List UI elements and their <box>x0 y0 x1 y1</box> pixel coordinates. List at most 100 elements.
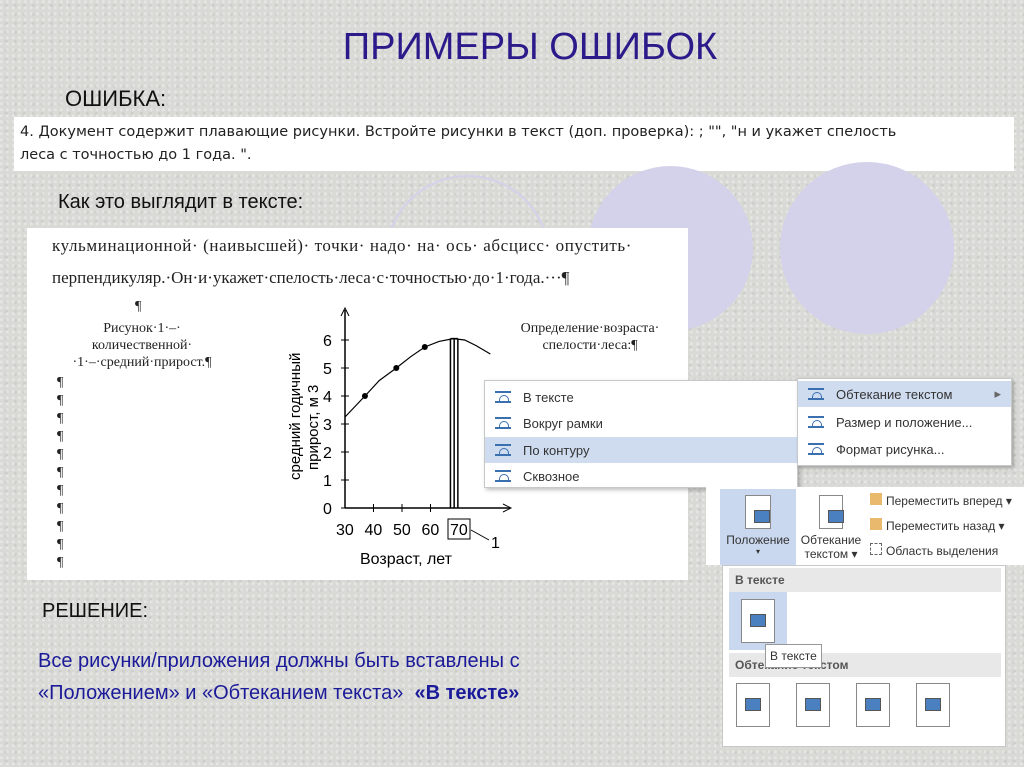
marker-pointer <box>470 529 490 541</box>
wrap-icon <box>495 470 511 482</box>
context-menu: Обтекание текстом ▸ Размер и положение...… <box>797 378 1012 466</box>
solution-label: РЕШЕНИЕ: <box>42 600 149 622</box>
layout-icon <box>741 599 775 643</box>
caption-line: спелости·леса:¶ <box>542 338 638 353</box>
y-tick-label: 1 <box>323 473 332 490</box>
pilcrow: ¶ <box>57 393 64 408</box>
wrap-icon <box>495 444 511 456</box>
pilcrow: ¶ <box>57 519 64 534</box>
y-tick-label: 4 <box>323 389 332 406</box>
button-label: Положение <box>726 533 790 547</box>
pilcrow: ¶ <box>57 429 64 444</box>
pilcrow: ¶ <box>57 483 64 498</box>
menu-item-label: Размер и положение... <box>836 414 973 430</box>
how-it-looks-label: Как это выглядит в тексте: <box>58 191 304 213</box>
y-tick-label: 5 <box>323 361 332 378</box>
selection-pane-button[interactable]: Область выделения <box>870 543 998 558</box>
x-tick-label: 70 <box>450 522 468 539</box>
gallery-section-header: В тексте <box>729 568 1001 592</box>
pilcrow: ¶ <box>57 555 64 570</box>
position-button[interactable]: Положение ▾ <box>720 489 796 565</box>
size-icon <box>808 416 824 428</box>
caption-line: ·1·–·средний·прирост.¶ <box>72 355 212 370</box>
y-axis-label: средний годичный <box>287 353 304 480</box>
gallery-option[interactable] <box>796 683 830 727</box>
x-tick-label: 40 <box>365 522 383 539</box>
caption-left: Рисунок·1·–· количественной· ·1·–·средни… <box>57 320 227 371</box>
caption-line: количественной· <box>91 338 193 353</box>
menu-item-format-picture[interactable]: Формат рисунка... <box>798 436 1011 462</box>
solution-line: «Положением» и «Обтеканием текста» <box>38 682 404 704</box>
button-label: Переместить вперед <box>886 494 1003 508</box>
pilcrow: ¶ <box>57 411 64 426</box>
button-label: Переместить назад <box>886 519 996 533</box>
bring-forward-icon <box>870 493 882 505</box>
caption-line: Рисунок·1·–· <box>103 321 181 336</box>
menu-item-label: Сквозное <box>523 468 580 484</box>
pilcrow: ¶ <box>57 375 64 390</box>
menu-item-label: В тексте <box>523 389 574 405</box>
button-label: Область выделения <box>886 544 999 558</box>
x-tick-label: 50 <box>393 522 411 539</box>
doc-line: перпендикуляр.·Он·и·укажет·спелость·леса… <box>52 268 570 287</box>
solution-text: Все рисунки/приложения должны быть встав… <box>38 645 520 709</box>
menu-item-through[interactable]: Сквозное <box>485 463 797 489</box>
x-axis-label: Возраст, лет <box>360 551 453 568</box>
x-tick-label: 60 <box>422 522 440 539</box>
position-gallery: В тексте Обтекание текстом В тексте <box>722 565 1006 747</box>
x-tick-label: 30 <box>336 522 354 539</box>
selection-pane-icon <box>870 543 882 555</box>
gallery-option[interactable] <box>856 683 890 727</box>
pilcrow-column: ¶ ¶ ¶ ¶ ¶ ¶ ¶ ¶ ¶ ¶ ¶ <box>57 374 63 572</box>
y-tick-label: 3 <box>323 417 332 434</box>
menu-item-wrap-text[interactable]: Обтекание текстом ▸ <box>798 381 1011 407</box>
task-text-line: 4. Документ содержит плавающие рисунки. … <box>20 124 897 140</box>
pilcrow: ¶ <box>57 501 64 516</box>
wrap-icon <box>495 391 511 403</box>
slide-title: ПРИМЕРЫ ОШИБОК <box>342 26 718 68</box>
send-backward-button[interactable]: Переместить назад ▾ <box>870 518 1005 533</box>
position-icon <box>745 495 771 536</box>
marker-label: 1 <box>491 535 500 552</box>
caption-right: Определение·возраста· спелости·леса:¶ <box>505 320 675 354</box>
series-line <box>344 337 491 418</box>
menu-item-tight[interactable]: По контуру <box>485 437 797 463</box>
send-backward-icon <box>870 518 882 530</box>
arrange-ribbon: Положение ▾ Обтекание текстом ▾ Перемести… <box>706 487 1024 565</box>
menu-item-size-position[interactable]: Размер и положение... <box>798 409 1011 435</box>
gallery-option[interactable] <box>916 683 950 727</box>
bring-forward-button[interactable]: Переместить вперед ▾ <box>870 493 1012 508</box>
pilcrow: ¶ <box>57 465 64 480</box>
menu-item-in-text[interactable]: В тексте <box>485 384 797 410</box>
pilcrow: ¶ <box>57 447 64 462</box>
menu-item-label: Вокруг рамки <box>523 415 603 431</box>
gallery-option[interactable] <box>736 683 770 727</box>
menu-item-label: Формат рисунка... <box>836 441 945 457</box>
pilcrow: ¶ <box>57 537 64 552</box>
menu-item-label: По контуру <box>523 442 590 458</box>
error-label: ОШИБКА: <box>65 86 167 111</box>
pilcrow: ¶ <box>135 299 142 314</box>
y-tick-label: 0 <box>323 501 332 518</box>
button-label: Обтекание <box>800 533 862 547</box>
data-point <box>393 365 400 371</box>
wrap-icon <box>495 417 511 429</box>
wrap-submenu: В тексте Вокруг рамки По контуру Сквозно… <box>484 380 798 488</box>
solution-line: Все рисунки/приложения должны быть встав… <box>38 650 520 672</box>
button-label: текстом ▾ <box>804 547 858 561</box>
growth-chart: 0 1 2 3 4 5 6 30 40 50 60 70 1 Возраст, лет средний го… <box>287 306 513 568</box>
y-tick-label: 2 <box>323 445 332 462</box>
caption-line: Определение·возраста· <box>520 321 660 336</box>
wrap-text-icon <box>819 495 844 536</box>
wrap-icon <box>808 388 824 400</box>
solution-emphasis: «В тексте» <box>414 682 520 704</box>
submenu-arrow-icon: ▸ <box>994 386 1001 401</box>
wrap-text-button[interactable]: Обтекание текстом ▾ <box>798 491 864 561</box>
doc-line: кульминационной· (наивысшей)· точки· над… <box>52 236 633 255</box>
y-tick-label: 6 <box>323 333 332 350</box>
menu-item-label: Обтекание текстом <box>836 386 953 402</box>
gallery-option-in-text[interactable] <box>729 592 787 650</box>
menu-item-square[interactable]: Вокруг рамки <box>485 410 797 436</box>
data-point <box>361 393 368 399</box>
data-point <box>421 344 428 350</box>
